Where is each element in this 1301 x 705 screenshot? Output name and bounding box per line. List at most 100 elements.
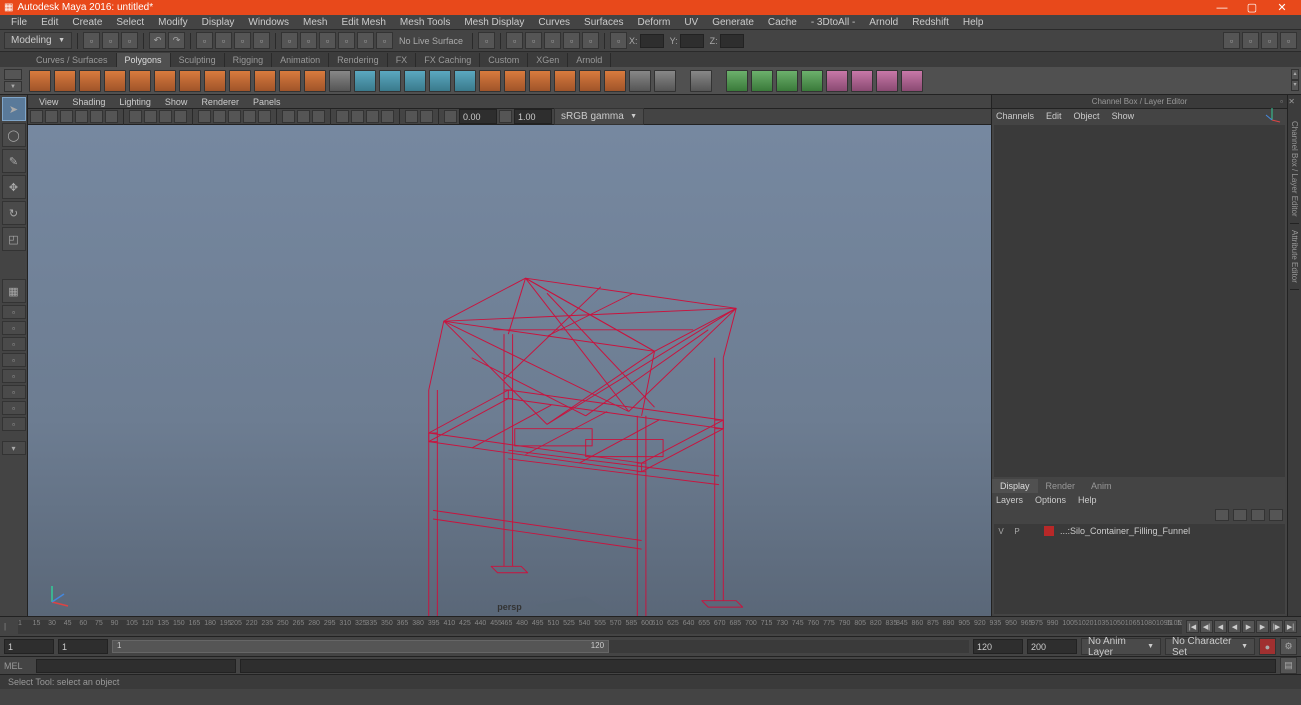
step-back-button[interactable]: ◀	[1214, 620, 1227, 633]
play-back-button[interactable]: ◀	[1228, 620, 1241, 633]
layer-btn-3-icon[interactable]	[1251, 509, 1265, 521]
panel-menu-show[interactable]: Show	[158, 97, 195, 107]
lasso-tool[interactable]: ◯	[2, 123, 26, 147]
layout-persp-graph-icon[interactable]: ▫	[2, 385, 26, 399]
time-slider[interactable]: | 11530456075901051201351501651801952052…	[0, 616, 1301, 636]
layer-list[interactable]: VP...:Silo_Container_Filling_Funnel	[994, 524, 1285, 614]
pt-msaa-icon[interactable]	[366, 110, 379, 123]
paint-select-tool[interactable]: ✎	[2, 149, 26, 173]
maximize-button[interactable]: ▢	[1237, 1, 1267, 14]
exposure-field[interactable]: 0.00	[459, 109, 497, 124]
pt-gate-mask-icon[interactable]	[174, 110, 187, 123]
shelf-tab-animation[interactable]: Animation	[272, 53, 329, 67]
menu-help[interactable]: Help	[956, 17, 991, 28]
shelf-tab-fx-caching[interactable]: FX Caching	[416, 53, 480, 67]
pt-shaded-icon[interactable]	[213, 110, 226, 123]
prefs-icon[interactable]: ⚙	[1280, 638, 1297, 655]
snap-point-icon[interactable]: ▫	[319, 32, 336, 49]
menu-select[interactable]: Select	[109, 17, 151, 28]
menu-redshift[interactable]: Redshift	[905, 17, 956, 28]
sidebar-toggle-2-icon[interactable]: ▫	[1242, 32, 1259, 49]
open-scene-icon[interactable]: ▫	[102, 32, 119, 49]
bool-union-icon[interactable]	[726, 70, 748, 92]
viewport[interactable]: ▲ persp	[28, 125, 991, 616]
close-button[interactable]: ✕	[1267, 1, 1297, 14]
poly-cone-icon[interactable]	[104, 70, 126, 92]
x-field[interactable]	[640, 34, 664, 48]
snap-live-icon[interactable]: ▫	[357, 32, 374, 49]
pt-image-plane-icon[interactable]	[75, 110, 88, 123]
shelf-tab-custom[interactable]: Custom	[480, 53, 528, 67]
layer-menu-help[interactable]: Help	[1078, 495, 1097, 505]
pt-contrast-icon[interactable]	[499, 110, 512, 123]
panel-menu-renderer[interactable]: Renderer	[194, 97, 246, 107]
spin-edge-icon[interactable]	[901, 70, 923, 92]
multi-cut-icon[interactable]	[629, 70, 651, 92]
save-scene-icon[interactable]: ▫	[121, 32, 138, 49]
append-icon[interactable]	[579, 70, 601, 92]
layer-vis-toggle[interactable]: V	[996, 527, 1006, 536]
layer-btn-2-icon[interactable]	[1233, 509, 1247, 521]
poly-cube-icon[interactable]	[54, 70, 76, 92]
select-by-object-icon[interactable]: ▫	[196, 32, 213, 49]
pt-isolate-icon[interactable]	[282, 110, 295, 123]
cb-menu-show[interactable]: Show	[1112, 111, 1135, 121]
shelf-tab-curves-surfaces[interactable]: Curves / Surfaces	[28, 53, 117, 67]
anim-layer-dropdown[interactable]: No Anim Layer▼	[1081, 638, 1161, 655]
shelf-menu-icon[interactable]: ▼	[4, 81, 22, 92]
poly-platonic-icon[interactable]	[304, 70, 326, 92]
menu-create[interactable]: Create	[65, 17, 109, 28]
menu-edit-mesh[interactable]: Edit Mesh	[334, 17, 392, 28]
menu-windows[interactable]: Windows	[241, 17, 296, 28]
poly-cylinder-icon[interactable]	[79, 70, 101, 92]
shelf-scroll-down-icon[interactable]: ▾	[1291, 80, 1299, 91]
bool-intersection-icon[interactable]	[776, 70, 798, 92]
poly-helix-icon[interactable]	[254, 70, 276, 92]
menu-deform[interactable]: Deform	[631, 17, 678, 28]
pt-bookmarks-icon[interactable]	[60, 110, 73, 123]
layout-single-icon[interactable]: ▫	[2, 305, 26, 319]
poly-pyramid-icon[interactable]	[204, 70, 226, 92]
panel-menu-shading[interactable]: Shading	[65, 97, 112, 107]
shelf-tab-rendering[interactable]: Rendering	[329, 53, 388, 67]
layer-color-swatch[interactable]	[1044, 526, 1054, 536]
mirror-icon[interactable]	[429, 70, 451, 92]
play-forward-button[interactable]: ▶	[1242, 620, 1255, 633]
poly-sphere-icon[interactable]	[29, 70, 51, 92]
script-editor-icon[interactable]: ▤	[1280, 657, 1297, 674]
command-input[interactable]	[36, 659, 236, 673]
extrude-icon[interactable]	[479, 70, 501, 92]
pt-textured-icon[interactable]	[228, 110, 241, 123]
poly-soccer-icon[interactable]	[279, 70, 301, 92]
menu-file[interactable]: File	[4, 17, 34, 28]
pt-film-gate-icon[interactable]	[144, 110, 157, 123]
target-weld-icon[interactable]	[654, 70, 676, 92]
poke-icon[interactable]	[826, 70, 848, 92]
pt-ao-icon[interactable]	[336, 110, 349, 123]
menu-arnold[interactable]: Arnold	[862, 17, 905, 28]
menu-mesh-display[interactable]: Mesh Display	[457, 17, 531, 28]
menu-cache[interactable]: Cache	[761, 17, 804, 28]
y-field[interactable]	[680, 34, 704, 48]
layer-menu-layers[interactable]: Layers	[996, 495, 1023, 505]
side-tab-channelbox[interactable]: Channel Box / Layer Editor	[1290, 115, 1299, 224]
color-management-dropdown[interactable]: sRGB gamma▼	[554, 108, 644, 125]
range-start-inner[interactable]: 1	[58, 639, 108, 654]
pt-shadows-icon[interactable]	[258, 110, 271, 123]
scale-tool[interactable]: ◰	[2, 227, 26, 251]
menu-mesh-tools[interactable]: Mesh Tools	[393, 17, 457, 28]
poly-plane-icon[interactable]	[129, 70, 151, 92]
render-icon[interactable]: ▫	[506, 32, 523, 49]
pt-gamma-icon[interactable]	[444, 110, 457, 123]
layout-dropdown-icon[interactable]: ▾	[2, 441, 26, 455]
menu-uv[interactable]: UV	[677, 17, 705, 28]
layer-menu-options[interactable]: Options	[1035, 495, 1066, 505]
pt-grease-pencil-icon[interactable]	[105, 110, 118, 123]
auto-key-icon[interactable]: ●	[1259, 638, 1276, 655]
xyz-toggle-icon[interactable]: ▫	[610, 32, 627, 49]
bool-difference-icon[interactable]	[751, 70, 773, 92]
crease-icon[interactable]	[876, 70, 898, 92]
select-all-icon[interactable]: ▫	[253, 32, 270, 49]
menu-modify[interactable]: Modify	[151, 17, 194, 28]
step-forward-button[interactable]: ▶	[1256, 620, 1269, 633]
